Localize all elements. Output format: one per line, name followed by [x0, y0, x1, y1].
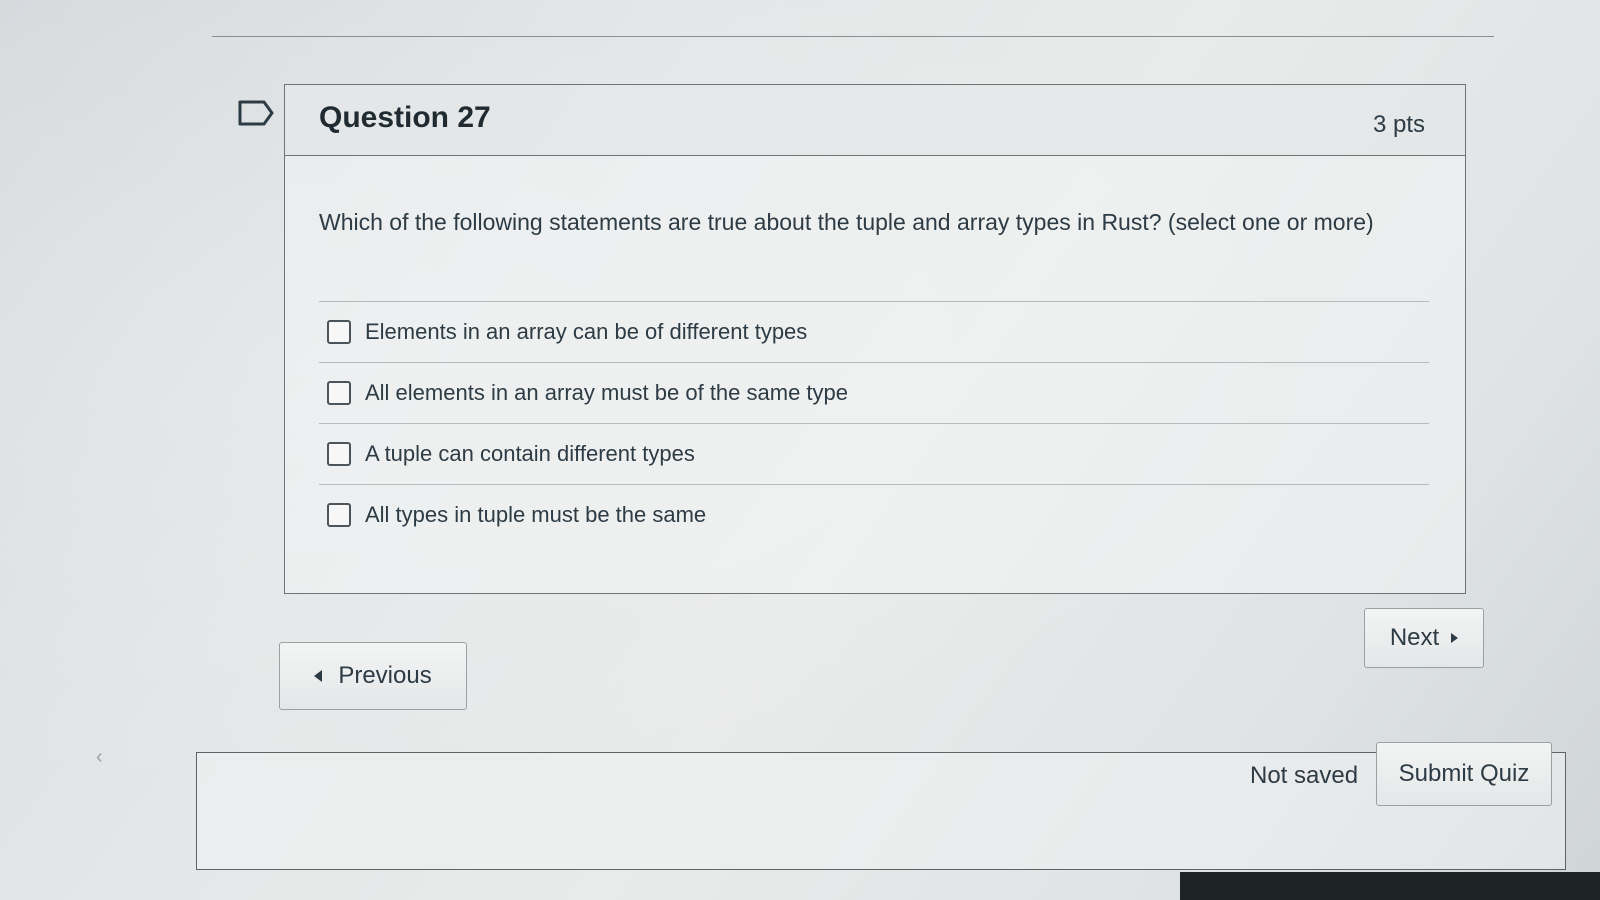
next-button-label: Next	[1389, 624, 1440, 651]
caret-left-icon	[314, 670, 323, 682]
top-divider	[212, 36, 1494, 37]
answer-option-1[interactable]: Elements in an array can be of different…	[319, 302, 1429, 363]
question-header: Question 27 3 pts	[285, 85, 1465, 156]
question-card: Question 27 3 pts Which of the following…	[284, 84, 1466, 594]
answer-label: A tuple can contain different types	[365, 441, 695, 466]
left-edge-chevron-icon: ‹	[96, 746, 103, 768]
quiz-footer-bar	[196, 752, 1566, 870]
caret-right-icon	[1451, 633, 1459, 643]
answer-option-4[interactable]: All types in tuple must be the same	[319, 485, 1429, 545]
flag-question-icon[interactable]	[238, 100, 274, 126]
answer-checkbox[interactable]	[327, 320, 351, 344]
answer-list: Elements in an array can be of different…	[319, 301, 1429, 545]
answer-option-3[interactable]: A tuple can contain different types	[319, 424, 1429, 485]
save-status: Not saved	[1250, 762, 1359, 789]
question-points: 3 pts	[1372, 111, 1425, 138]
previous-button[interactable]: Previous	[279, 642, 467, 710]
submit-quiz-button[interactable]: Submit Quiz	[1376, 742, 1552, 806]
submit-quiz-label: Submit Quiz	[1398, 760, 1530, 787]
answer-label: All types in tuple must be the same	[365, 502, 707, 527]
answer-checkbox[interactable]	[327, 442, 351, 466]
answer-label: Elements in an array can be of different…	[365, 319, 808, 344]
answer-option-2[interactable]: All elements in an array must be of the …	[319, 363, 1429, 424]
answer-label: All elements in an array must be of the …	[365, 380, 849, 405]
question-text: Which of the following statements are tr…	[319, 209, 1374, 235]
next-button[interactable]: Next	[1364, 608, 1484, 668]
question-title: Question 27	[319, 101, 491, 134]
answer-checkbox[interactable]	[327, 503, 351, 527]
answer-checkbox[interactable]	[327, 381, 351, 405]
screen-bezel	[1180, 872, 1600, 900]
previous-button-label: Previous	[338, 662, 432, 689]
